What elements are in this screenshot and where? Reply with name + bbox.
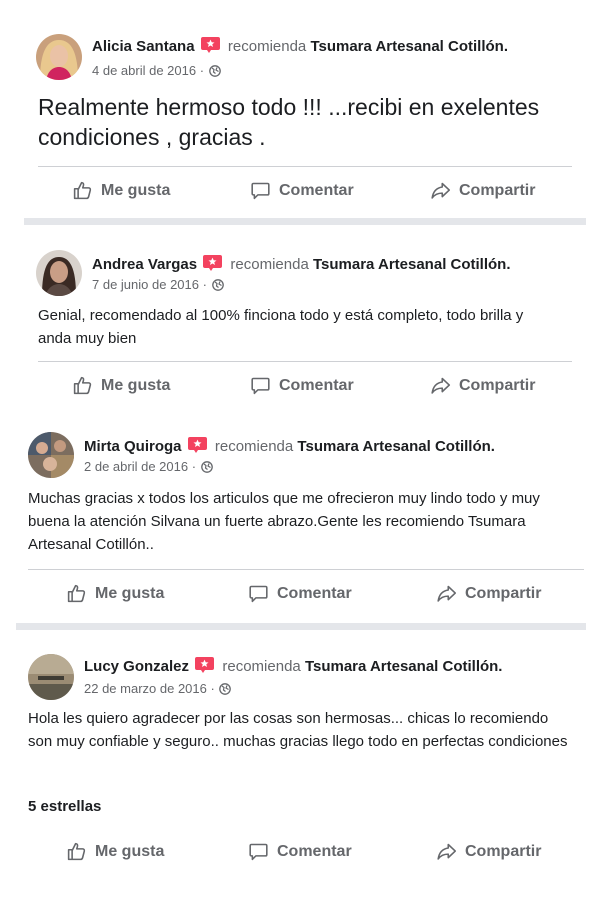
share-button[interactable]: Compartir	[430, 375, 535, 396]
share-label: Compartir	[465, 584, 542, 602]
review-post: Andrea Vargas recomienda Tsumara Artesan…	[24, 225, 586, 415]
post-text: Realmente hermoso todo !!! ...recibi en …	[38, 94, 540, 150]
post-date-text[interactable]: 22 de marzo de 2016 ·	[84, 681, 215, 696]
review-post: Lucy Gonzalez recomienda Tsumara Artesan…	[16, 630, 586, 892]
avatar[interactable]	[28, 654, 74, 700]
author-name[interactable]: Andrea Vargas	[92, 256, 197, 273]
post-date: 22 de marzo de 2016 ·	[84, 681, 232, 697]
comment-label: Comentar	[277, 584, 352, 602]
post-header: Lucy Gonzalez recomienda Tsumara Artesan…	[84, 657, 502, 676]
avatar[interactable]	[28, 432, 74, 478]
post-date: 7 de junio de 2016 ·	[92, 277, 224, 293]
thumbs-up-icon	[67, 584, 86, 603]
comment-bubble-icon	[251, 377, 270, 395]
comment-bubble-icon	[249, 585, 268, 603]
comment-button[interactable]: Comentar	[248, 583, 352, 604]
share-button[interactable]: Compartir	[430, 180, 535, 201]
like-button[interactable]: Me gusta	[72, 375, 170, 396]
thumbs-up-icon	[67, 842, 86, 861]
page-name-link[interactable]: Tsumara Artesanal Cotillón.	[310, 38, 508, 55]
globe-icon	[208, 65, 221, 77]
comment-label: Comentar	[279, 376, 354, 394]
post-text: Muchas gracias x todos los articulos que…	[28, 490, 540, 553]
review-post: Mirta Quiroga recomienda Tsumara Artesan…	[16, 418, 586, 623]
globe-icon	[200, 461, 213, 473]
post-header: Mirta Quiroga recomienda Tsumara Artesan…	[84, 437, 495, 456]
comment-label: Comentar	[279, 181, 354, 199]
author-name[interactable]: Mirta Quiroga	[84, 438, 182, 455]
post-header: Alicia Santana recomienda Tsumara Artesa…	[92, 37, 508, 56]
recommendation-badge-icon	[187, 437, 207, 453]
comment-bubble-icon	[251, 182, 270, 200]
comment-bubble-icon	[249, 843, 268, 861]
post-separator	[24, 218, 586, 225]
recommend-verb: recomienda	[222, 658, 301, 675]
post-date: 4 de abril de 2016 ·	[92, 63, 221, 79]
share-arrow-icon	[437, 585, 457, 602]
post-text: Hola les quiero agradecer por las cosas …	[28, 710, 568, 750]
star-rating: 5 estrellas	[28, 798, 102, 815]
post-date: 2 de abril de 2016 ·	[84, 459, 213, 475]
post-date-text[interactable]: 4 de abril de 2016 ·	[92, 63, 204, 78]
comment-label: Comentar	[277, 842, 352, 860]
comment-button[interactable]: Comentar	[248, 841, 352, 862]
author-name[interactable]: Alicia Santana	[92, 38, 195, 55]
comment-button[interactable]: Comentar	[250, 375, 354, 396]
share-label: Compartir	[459, 376, 536, 394]
avatar[interactable]	[36, 34, 82, 80]
recommend-verb: recomienda	[230, 256, 309, 273]
recommendation-badge-icon	[203, 255, 223, 271]
like-label: Me gusta	[101, 181, 171, 199]
like-button[interactable]: Me gusta	[72, 180, 170, 201]
share-label: Compartir	[465, 842, 542, 860]
post-separator	[16, 623, 586, 630]
recommendation-badge-icon	[195, 657, 215, 673]
review-post: Alicia Santana recomienda Tsumara Artesa…	[24, 18, 586, 218]
share-label: Compartir	[459, 181, 536, 199]
share-arrow-icon	[431, 182, 451, 199]
divider	[38, 361, 572, 362]
like-button[interactable]: Me gusta	[66, 841, 164, 862]
page-name-link[interactable]: Tsumara Artesanal Cotillón.	[313, 256, 511, 273]
like-label: Me gusta	[95, 842, 165, 860]
page-name-link[interactable]: Tsumara Artesanal Cotillón.	[305, 658, 503, 675]
share-arrow-icon	[431, 377, 451, 394]
author-name[interactable]: Lucy Gonzalez	[84, 658, 189, 675]
recommendation-badge-icon	[200, 37, 220, 53]
like-label: Me gusta	[95, 584, 165, 602]
share-arrow-icon	[437, 843, 457, 860]
share-button[interactable]: Compartir	[436, 841, 541, 862]
like-button[interactable]: Me gusta	[66, 583, 164, 604]
post-text: Genial, recomendado al 100% finciona tod…	[38, 307, 524, 347]
globe-icon	[219, 683, 232, 695]
recommend-verb: recomienda	[227, 38, 307, 55]
like-label: Me gusta	[101, 376, 171, 394]
recommend-verb: recomienda	[214, 438, 294, 455]
avatar[interactable]	[36, 250, 82, 296]
thumbs-up-icon	[73, 376, 92, 395]
globe-icon	[211, 279, 224, 291]
comment-button[interactable]: Comentar	[250, 180, 354, 201]
share-button[interactable]: Compartir	[436, 583, 541, 604]
post-header: Andrea Vargas recomienda Tsumara Artesan…	[92, 255, 511, 274]
divider	[28, 569, 584, 570]
post-date-text[interactable]: 2 de abril de 2016 ·	[84, 459, 196, 474]
thumbs-up-icon	[73, 181, 92, 200]
divider	[38, 166, 572, 167]
page-name-link[interactable]: Tsumara Artesanal Cotillón.	[297, 438, 495, 455]
post-date-text[interactable]: 7 de junio de 2016 ·	[92, 277, 207, 292]
